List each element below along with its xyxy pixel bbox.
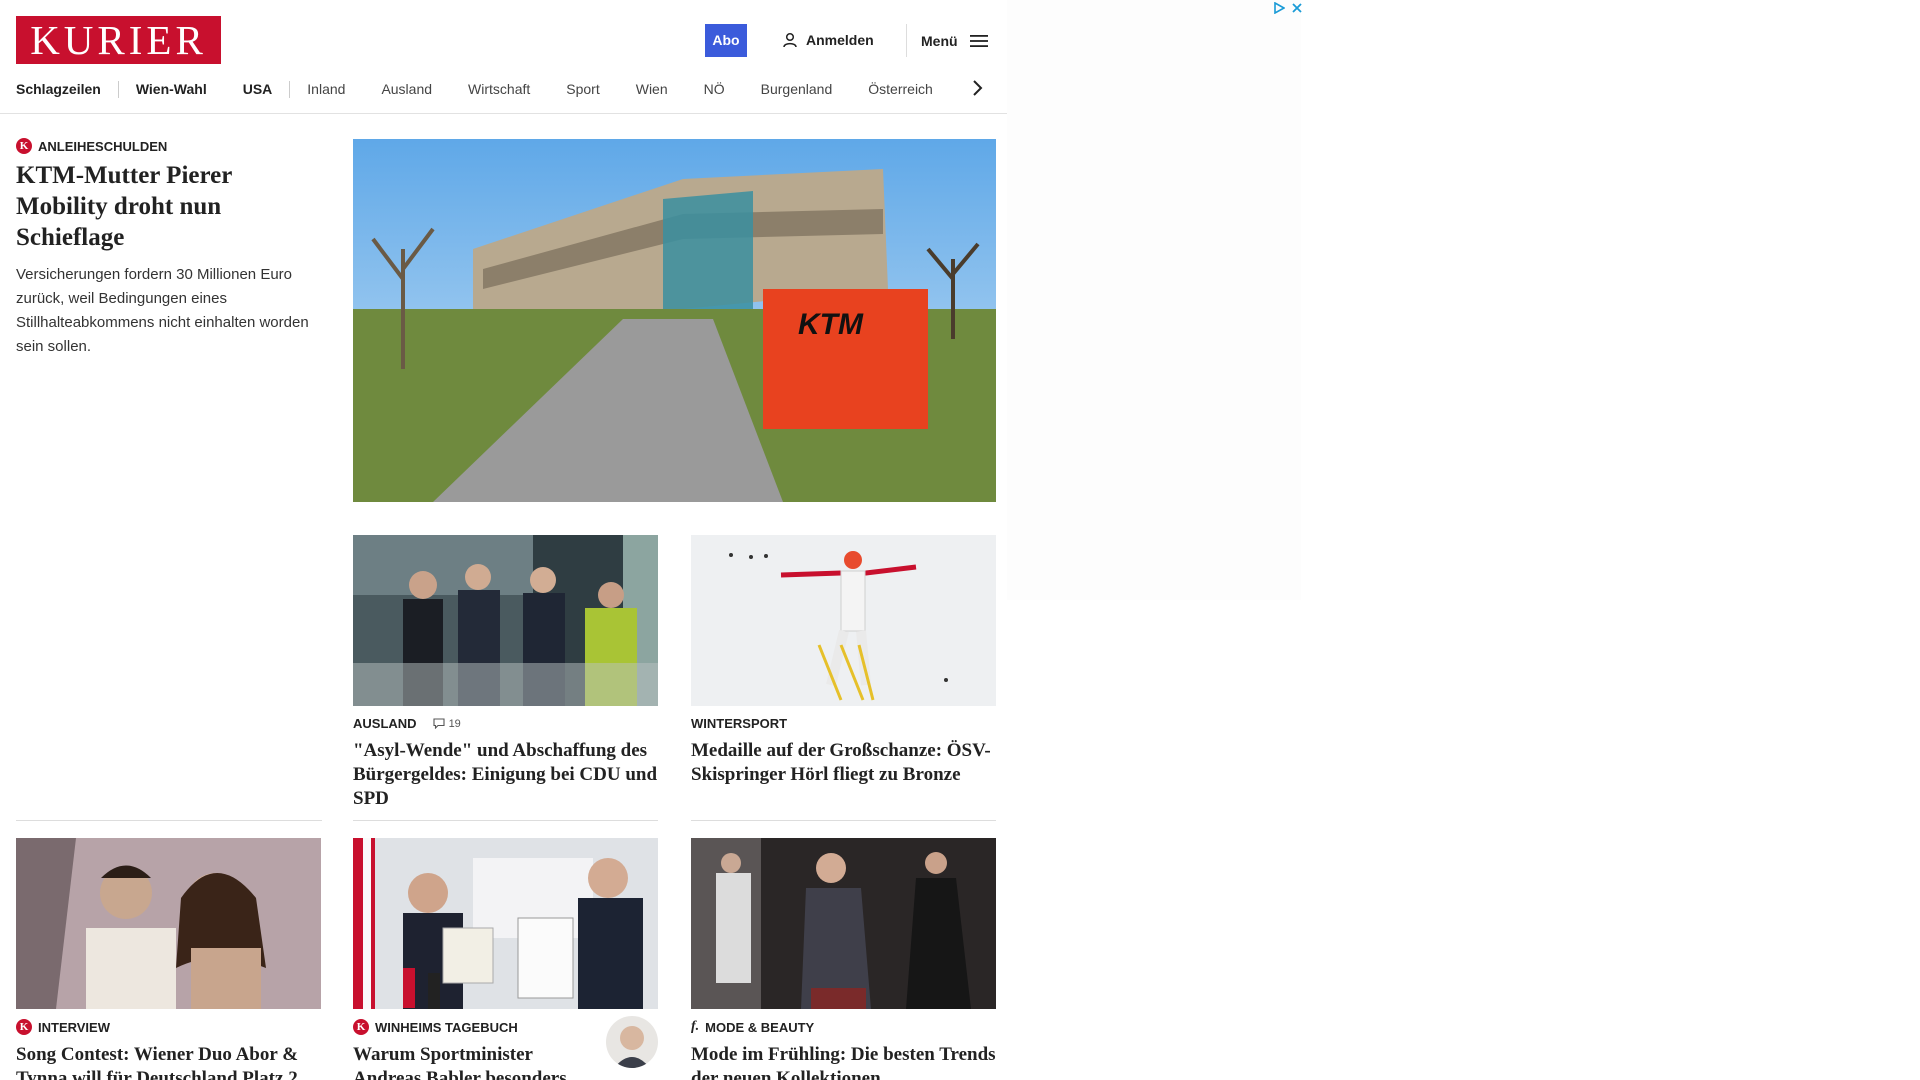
menu-label: Menü <box>921 32 958 49</box>
comment-count-value: 19 <box>448 717 461 730</box>
lead-teaser[interactable]: Versicherungen fordern 30 Millionen Euro… <box>16 263 326 359</box>
lead-kicker-label: ANLEIHESCHULDEN <box>38 138 168 154</box>
user-icon <box>783 32 797 48</box>
ktm-sign-text: KTM <box>798 308 864 341</box>
article-image <box>353 838 658 1009</box>
lead-title[interactable]: KTM-Mutter Pierer Mobility droht nun Sch… <box>16 160 316 253</box>
article-image <box>353 535 658 706</box>
section-divider <box>353 820 658 821</box>
article-kicker: WINTERSPORT <box>691 716 788 731</box>
nav-item-wirtschaft[interactable]: Wirtschaft <box>468 81 530 97</box>
article-kicker: MODE & BEAUTY <box>705 1019 815 1035</box>
nav-item-ausland[interactable]: Ausland <box>381 81 432 97</box>
site-header: KURIER Abo Anmelden Menü Schlagzeilen Wi… <box>0 0 1007 114</box>
article-card-mode[interactable]: f. MODE & BEAUTY Mode im Frühling: Die b… <box>691 838 996 1080</box>
article-title[interactable]: Song Contest: Wiener Duo Abor & Tynna wi… <box>16 1043 321 1080</box>
article-card-skispringer[interactable]: WINTERSPORT Medaille auf der Großschanze… <box>691 535 996 787</box>
close-icon[interactable] <box>1291 2 1303 14</box>
kurier-plus-badge: K <box>16 138 32 154</box>
comment-count[interactable]: 19 <box>433 718 461 730</box>
nav-item-wien[interactable]: Wien <box>636 81 668 97</box>
ad-choices[interactable] <box>1273 2 1303 14</box>
article-kicker: WINHEIMS TAGEBUCH <box>375 1019 518 1035</box>
nav-item-usa[interactable]: USA <box>243 81 273 97</box>
article-kicker: INTERVIEW <box>38 1019 110 1035</box>
section-divider <box>691 820 996 821</box>
nav-item-burgenland[interactable]: Burgenland <box>761 81 833 97</box>
lead-image[interactable]: KTM <box>353 139 996 502</box>
article-meta: K INTERVIEW <box>16 1019 321 1035</box>
author-avatar <box>606 1016 658 1068</box>
article-title[interactable]: Medaille auf der Großschanze: ÖSV-Skispr… <box>691 739 996 787</box>
nav-divider <box>289 80 291 98</box>
nav-item-noe[interactable]: NÖ <box>704 81 725 97</box>
kurier-logo[interactable]: KURIER <box>16 16 221 64</box>
article-title[interactable]: Warum Sportminister Andreas Babler beson… <box>353 1043 588 1080</box>
freizeit-icon: f. <box>691 1019 700 1034</box>
section-nav: Schlagzeilen Wien-Wahl USA Inland Auslan… <box>16 80 933 98</box>
article-title[interactable]: Mode im Frühling: Die besten Trends der … <box>691 1043 996 1080</box>
article-image <box>16 838 321 1009</box>
article-image <box>691 535 996 706</box>
kurier-plus-badge: K <box>16 1019 32 1035</box>
nav-item-oesterreich[interactable]: Österreich <box>868 81 933 97</box>
kurier-plus-badge: K <box>353 1019 369 1035</box>
comment-icon <box>433 718 445 729</box>
ad-slot <box>1007 0 1301 600</box>
menu-button[interactable]: Menü <box>906 24 988 57</box>
nav-item-wien-wahl[interactable]: Wien-Wahl <box>136 81 207 97</box>
adchoices-icon[interactable] <box>1273 2 1285 14</box>
nav-item-schlagzeilen[interactable]: Schlagzeilen <box>16 81 101 97</box>
login-button[interactable]: Anmelden <box>782 30 874 50</box>
login-label: Anmelden <box>806 32 874 48</box>
article-card-asyl[interactable]: AUSLAND 19 "Asyl-Wende" und Abschaffung … <box>353 535 658 811</box>
section-divider <box>16 820 322 821</box>
lead-kicker[interactable]: K ANLEIHESCHULDEN <box>16 138 167 154</box>
nav-item-sport[interactable]: Sport <box>566 81 599 97</box>
hamburger-icon <box>969 34 988 47</box>
article-title[interactable]: "Asyl-Wende" und Abschaffung des Bürgerg… <box>353 739 658 811</box>
article-meta: WINTERSPORT <box>691 716 996 731</box>
chevron-right-icon[interactable] <box>967 78 987 98</box>
article-card-song-contest[interactable]: K INTERVIEW Song Contest: Wiener Duo Abo… <box>16 838 321 1080</box>
abo-button[interactable]: Abo <box>705 24 747 57</box>
nav-item-inland[interactable]: Inland <box>307 81 345 97</box>
nav-divider <box>117 80 119 98</box>
article-kicker: AUSLAND <box>353 716 417 731</box>
article-meta: f. MODE & BEAUTY <box>691 1019 996 1035</box>
article-image <box>691 838 996 1009</box>
article-meta: AUSLAND 19 <box>353 716 658 731</box>
